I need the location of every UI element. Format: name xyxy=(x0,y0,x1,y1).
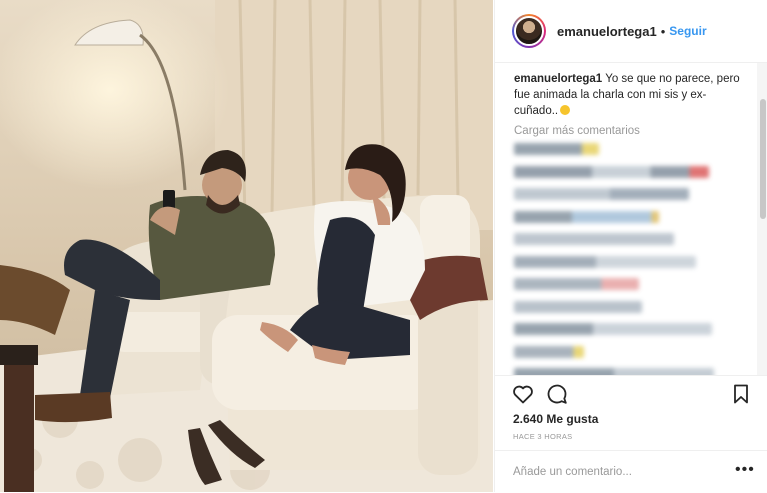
blurred-comment xyxy=(514,210,659,223)
caption-username[interactable]: emanuelortega1 xyxy=(514,73,602,85)
comments-scrollbar[interactable] xyxy=(757,63,767,375)
action-bar xyxy=(495,375,767,412)
load-more-comments-button[interactable]: Cargar más comentarios xyxy=(495,119,757,143)
add-comment-input[interactable] xyxy=(513,463,713,481)
blurred-comment xyxy=(514,165,709,178)
bookmark-icon[interactable] xyxy=(729,382,753,406)
smile-emoji-icon xyxy=(560,105,571,115)
blurred-comment xyxy=(514,188,689,200)
more-options-icon[interactable]: ••• xyxy=(735,462,755,478)
avatar[interactable] xyxy=(512,14,546,48)
add-comment-bar: ••• xyxy=(495,450,767,493)
comment-icon[interactable] xyxy=(545,382,569,406)
photo-scene xyxy=(0,0,493,492)
follow-button[interactable]: Seguir xyxy=(669,24,706,38)
post-sidebar: emanuelortega1 • Seguir emanuelortega1 Y… xyxy=(494,0,767,492)
blurred-comment xyxy=(514,255,696,268)
avatar-image xyxy=(514,16,544,46)
header-separator: • xyxy=(660,23,666,39)
blurred-comment xyxy=(514,345,584,358)
blurred-comment xyxy=(514,300,642,313)
blurred-comment xyxy=(514,233,674,245)
heart-icon[interactable] xyxy=(511,382,535,406)
post-photo[interactable] xyxy=(0,0,493,492)
post-header: emanuelortega1 • Seguir xyxy=(495,0,767,63)
post-timestamp[interactable]: HACE 3 HORAS xyxy=(513,432,572,441)
scrollbar-thumb[interactable] xyxy=(760,99,766,219)
likes-count[interactable]: 2.640 Me gusta xyxy=(513,412,598,426)
caption: emanuelortega1 Yo se que no parece, pero… xyxy=(495,63,757,119)
blurred-comment xyxy=(514,278,639,290)
blurred-comment xyxy=(514,368,714,375)
header-username[interactable]: emanuelortega1 xyxy=(557,24,657,39)
blurred-comment xyxy=(514,323,712,335)
blurred-comment xyxy=(514,143,599,155)
comments-list[interactable]: emanuelortega1 Yo se que no parece, pero… xyxy=(495,63,757,375)
